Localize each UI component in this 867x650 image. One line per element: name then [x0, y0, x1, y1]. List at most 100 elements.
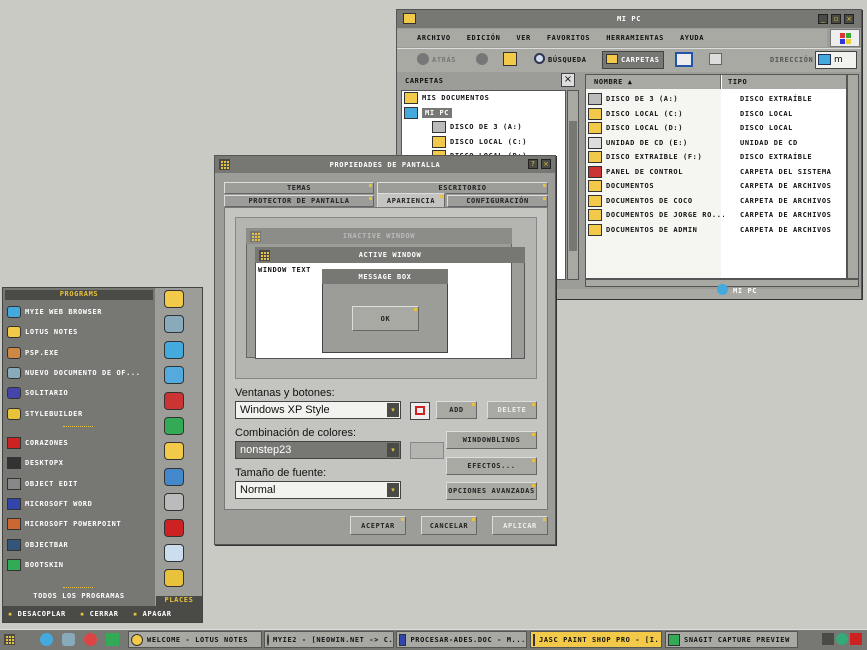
list-item[interactable]: solitario: [7, 383, 153, 403]
menu-favoritos[interactable]: favoritos: [547, 34, 590, 42]
tree-item[interactable]: disco local (c:): [402, 135, 565, 150]
control-icon[interactable]: [164, 416, 184, 435]
tab-temas[interactable]: temas: [224, 182, 374, 194]
all-programs-button[interactable]: todos los programas: [5, 592, 153, 603]
menu-ayuda[interactable]: ayuda: [680, 34, 704, 42]
back-icon[interactable]: [417, 53, 429, 65]
column-header-name[interactable]: nombre ▲: [586, 75, 721, 89]
table-row[interactable]: disco local (c:) disco local: [588, 107, 846, 122]
printer-icon[interactable]: [164, 493, 184, 512]
advanced-button[interactable]: opciones avanzadas: [446, 482, 537, 500]
computer-icon[interactable]: [164, 340, 184, 359]
font-size-select[interactable]: Normal: [235, 481, 401, 499]
tab-protector[interactable]: protector de pantalla: [224, 195, 374, 207]
effects-button[interactable]: efectos...: [446, 457, 537, 475]
edit-style-icon[interactable]: [410, 402, 430, 420]
list-item[interactable]: nuevo documento de of...: [7, 363, 153, 383]
quicklaunch-icon[interactable]: [84, 633, 97, 646]
explorer-titlebar[interactable]: mi pc: [397, 10, 861, 28]
quicklaunch-icon[interactable]: [106, 633, 119, 646]
table-row[interactable]: documentos carpeta de archivos: [588, 179, 846, 194]
search-label[interactable]: búsqueda: [548, 56, 587, 64]
list-item[interactable]: corazones: [7, 433, 153, 453]
files-scrollbar[interactable]: [847, 74, 859, 279]
search-icon[interactable]: [534, 53, 545, 64]
folder-icon[interactable]: [164, 290, 184, 308]
list-item[interactable]: microsoft word: [7, 494, 153, 514]
tab-apariencia[interactable]: apariencia: [377, 193, 445, 207]
list-item[interactable]: object edit: [7, 474, 153, 494]
quicklaunch-icon[interactable]: [62, 633, 75, 646]
tab-configuracion[interactable]: configuración: [447, 195, 548, 207]
gear-icon[interactable]: [164, 569, 184, 588]
list-item[interactable]: myie web browser: [7, 302, 153, 322]
add-button[interactable]: add: [436, 401, 477, 419]
help-icon[interactable]: [164, 518, 184, 537]
move-icon[interactable]: [709, 53, 722, 65]
menu-herramientas[interactable]: herramientas: [606, 34, 664, 42]
folder-icon[interactable]: [164, 442, 184, 461]
up-folder-icon[interactable]: [503, 52, 517, 66]
font-size-dropdown-icon[interactable]: ▾: [387, 483, 399, 497]
menu-edicion[interactable]: edición: [467, 34, 501, 42]
task-myie2[interactable]: myie2 - [neowin.net -> c...: [264, 631, 394, 648]
windows-buttons-select[interactable]: Windows XP Style: [235, 401, 401, 419]
menu-archivo[interactable]: archivo: [417, 34, 451, 42]
table-row[interactable]: documentos de jorge ro... carpeta de arch…: [588, 208, 846, 223]
undock-button[interactable]: ▪ desacoplar: [8, 610, 66, 618]
quicklaunch-icon[interactable]: [40, 633, 53, 646]
folders-pane-close-icon[interactable]: ×: [561, 73, 575, 87]
tree-item[interactable]: mis documentos: [402, 91, 565, 106]
documents-icon[interactable]: [164, 315, 184, 334]
task-snagit[interactable]: snagit capture preview: [665, 631, 798, 648]
tree-item[interactable]: disco de 3 (a:): [402, 120, 565, 135]
globe-icon[interactable]: [164, 467, 184, 486]
color-scheme-select[interactable]: nonstep23: [235, 441, 401, 459]
table-row[interactable]: disco de 3 (a:) disco extraíble: [588, 92, 846, 107]
accept-button[interactable]: aceptar: [350, 516, 406, 535]
address-bar[interactable]: m: [815, 51, 857, 69]
table-row[interactable]: panel de control carpeta del sistema: [588, 165, 846, 180]
dialog-menu-grip-icon[interactable]: [219, 159, 230, 170]
tray-icon[interactable]: [850, 633, 862, 645]
color-swatch[interactable]: [410, 442, 444, 459]
table-row[interactable]: disco local (d:) disco local: [588, 121, 846, 136]
views-icon[interactable]: [675, 52, 693, 67]
search-icon[interactable]: [164, 543, 184, 562]
list-item[interactable]: microsoft powerpoint: [7, 514, 153, 534]
list-item[interactable]: psp.exe: [7, 343, 153, 363]
tray-icon[interactable]: [836, 633, 848, 645]
tree-scrollbar[interactable]: [567, 90, 579, 280]
forward-icon[interactable]: [476, 53, 488, 65]
table-row[interactable]: documentos de coco carpeta de archivos: [588, 194, 846, 209]
minimize-button[interactable]: _: [818, 14, 828, 24]
back-label[interactable]: atrás: [432, 56, 456, 64]
dialog-help-button[interactable]: ?: [528, 159, 538, 169]
tray-grip-icon[interactable]: [822, 633, 834, 645]
list-item[interactable]: objectbar: [7, 534, 153, 554]
column-header-type[interactable]: tipo: [722, 75, 846, 89]
task-paint-shop-pro[interactable]: jasc paint shop pro - [i...: [530, 631, 662, 648]
close-button[interactable]: ×: [844, 14, 854, 24]
table-row[interactable]: documentos de admin carpeta de archivos: [588, 223, 846, 238]
shutdown-button[interactable]: ▪ apagar: [133, 610, 172, 618]
windowblinds-button[interactable]: windowblinds: [446, 431, 537, 449]
delete-button[interactable]: delete: [487, 401, 537, 419]
table-row[interactable]: disco extraíble (f:) disco extraíble: [588, 150, 846, 165]
list-item[interactable]: lotus notes: [7, 322, 153, 342]
tree-item-selected[interactable]: mi pc: [402, 106, 565, 121]
apply-button[interactable]: aplicar: [492, 516, 548, 535]
table-row[interactable]: unidad de cd (e:) unidad de cd: [588, 136, 846, 151]
menu-ver[interactable]: ver: [516, 34, 530, 42]
network-icon[interactable]: [164, 366, 184, 385]
tools-icon[interactable]: [164, 391, 184, 410]
dialog-close-button[interactable]: ×: [541, 159, 551, 169]
list-item[interactable]: desktopx: [7, 453, 153, 473]
list-item[interactable]: stylebuilder: [7, 403, 153, 423]
list-item[interactable]: bootskin: [7, 555, 153, 575]
task-word-document[interactable]: procesar-ades.doc - m...: [396, 631, 527, 648]
start-button-icon[interactable]: [4, 634, 15, 645]
color-scheme-dropdown-icon[interactable]: ▾: [387, 443, 399, 457]
close-session-button[interactable]: ▪ cerrar: [80, 610, 119, 618]
windows-buttons-dropdown-icon[interactable]: ▾: [387, 403, 399, 417]
